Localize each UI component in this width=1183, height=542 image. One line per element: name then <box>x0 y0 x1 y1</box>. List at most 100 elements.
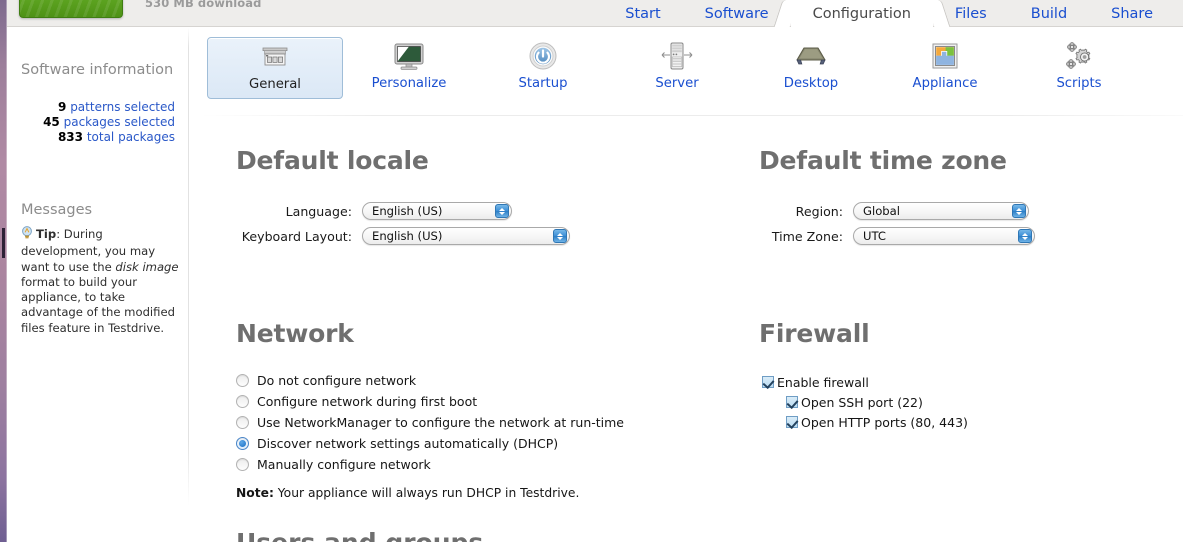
build-appliance-button[interactable] <box>19 0 123 18</box>
tab-build[interactable]: Build <box>1009 0 1089 27</box>
software-stats-list: 9 patterns selected 45 packages selected… <box>7 100 175 145</box>
network-option-label: Discover network settings automatically … <box>257 436 559 451</box>
button-sheen <box>20 0 122 17</box>
language-select-value: English (US) <box>372 204 443 218</box>
firewall-option-enable[interactable]: Enable firewall <box>762 372 968 392</box>
checkbox-checked-icon[interactable] <box>786 416 798 428</box>
users-and-groups-title: Users and groups <box>236 528 483 542</box>
firewall-checkbox-group: Enable firewall Open SSH port (22) Open … <box>762 372 968 432</box>
network-note-text: Your appliance will always run DHCP in T… <box>273 486 580 500</box>
config-icon-general[interactable]: General <box>207 37 343 99</box>
radio-icon[interactable] <box>236 374 249 387</box>
radio-icon[interactable] <box>236 395 249 408</box>
firewall-option-label: Open SSH port (22) <box>801 394 923 410</box>
stat-packages-selected: 45 packages selected <box>7 115 175 130</box>
network-option-do-not-configure[interactable]: Do not configure network <box>236 370 624 391</box>
region-select-value: Global <box>863 204 900 218</box>
tab-configuration[interactable]: Configuration <box>790 0 933 27</box>
monitor-icon <box>391 37 427 75</box>
tip-message: Tip: During development, you may want to… <box>21 226 179 336</box>
config-icon-label: Startup <box>518 76 568 91</box>
stat-label[interactable]: packages selected <box>64 115 175 129</box>
tab-start[interactable]: Start <box>603 0 682 27</box>
network-option-label: Configure network during first boot <box>257 394 478 409</box>
time-zone-select[interactable]: UTC <box>853 227 1035 245</box>
configuration-general-panel: Default locale Language: English (US) Ke… <box>190 116 1183 542</box>
lightbulb-icon <box>21 226 33 244</box>
radio-icon-selected[interactable] <box>236 437 249 450</box>
tip-emphasis: disk image <box>115 259 179 274</box>
keyboard-layout-label: Keyboard Layout: <box>241 228 352 244</box>
config-icon-startup[interactable]: Startup <box>475 37 611 99</box>
region-row: Region: Global <box>759 202 1029 220</box>
network-radio-group: Do not configure network Configure netwo… <box>236 370 624 475</box>
region-select[interactable]: Global <box>853 202 1029 220</box>
config-icon-label: Server <box>655 76 699 91</box>
firewall-option-label: Enable firewall <box>777 374 869 390</box>
config-icon-personalize[interactable]: Personalize <box>341 37 477 99</box>
stat-label[interactable]: total packages <box>87 130 175 144</box>
desk-icon <box>791 37 831 75</box>
config-icon-server[interactable]: Server <box>609 37 745 99</box>
tip-text-2: format to build your appliance, to take … <box>21 274 175 335</box>
checkbox-checked-icon[interactable] <box>762 376 774 388</box>
firewall-option-http[interactable]: Open HTTP ports (80, 443) <box>786 412 968 432</box>
download-size-label: 530 MB download <box>145 0 262 10</box>
keyboard-layout-select-value: English (US) <box>372 229 443 243</box>
config-icon-label: Desktop <box>783 76 839 91</box>
network-option-first-boot[interactable]: Configure network during first boot <box>236 391 624 412</box>
network-option-label: Do not configure network <box>257 373 417 388</box>
storefront-icon <box>258 38 292 76</box>
sidebar: Software information 9 patterns selected… <box>7 28 189 542</box>
config-icon-scripts[interactable]: Scripts <box>1011 37 1147 99</box>
language-select[interactable]: English (US) <box>362 202 512 220</box>
stat-total-packages: 833 total packages <box>7 130 175 145</box>
config-icon-label: General <box>249 77 301 92</box>
spinner-arrows-icon[interactable] <box>1018 229 1032 243</box>
power-icon <box>527 37 559 75</box>
network-note-prefix: Note: <box>236 486 274 500</box>
messages-heading: Messages <box>21 202 93 218</box>
config-icon-desktop[interactable]: Desktop <box>743 37 879 99</box>
stat-patterns-selected: 9 patterns selected <box>7 100 175 115</box>
config-icon-label: Personalize <box>371 76 447 91</box>
stat-value: 9 <box>58 100 67 114</box>
network-option-dhcp[interactable]: Discover network settings automatically … <box>236 433 624 454</box>
network-title: Network <box>236 319 354 348</box>
keyboard-layout-select[interactable]: English (US) <box>362 227 570 245</box>
stat-label[interactable]: patterns selected <box>70 100 175 114</box>
language-row: Language: English (US) <box>236 202 556 220</box>
radio-icon[interactable] <box>236 416 249 429</box>
network-option-manual[interactable]: Manually configure network <box>236 454 624 475</box>
spinner-arrows-icon[interactable] <box>495 204 509 218</box>
time-zone-select-value: UTC <box>863 229 886 243</box>
spinner-arrows-icon[interactable] <box>553 229 567 243</box>
top-header-bar: 530 MB download Start Software Configura… <box>7 0 1183 27</box>
network-option-networkmanager[interactable]: Use NetworkManager to configure the netw… <box>236 412 624 433</box>
firewall-option-ssh[interactable]: Open SSH port (22) <box>786 392 968 412</box>
tip-prefix: Tip <box>36 227 57 241</box>
checkbox-checked-icon[interactable] <box>786 396 798 408</box>
config-icon-appliance[interactable]: Appliance <box>877 37 1013 99</box>
software-information-heading: Software information <box>21 62 174 78</box>
window-left-edge <box>0 0 7 542</box>
configuration-icon-toolbar: General Personalize Startup Server Deskt… <box>190 28 1183 116</box>
window-edge-notch <box>2 228 5 258</box>
stat-value: 833 <box>57 130 83 144</box>
main-tab-bar: Start Software Configuration Files Build… <box>603 0 1175 27</box>
tab-share[interactable]: Share <box>1089 0 1175 27</box>
firewall-title: Firewall <box>759 319 870 348</box>
image-icon <box>929 37 961 75</box>
language-label: Language: <box>285 203 352 219</box>
default-locale-title: Default locale <box>236 146 429 175</box>
keyboard-layout-row: Keyboard Layout: English (US) <box>236 227 616 245</box>
stat-value: 45 <box>43 115 60 129</box>
config-icon-label: Appliance <box>912 76 978 91</box>
region-label: Region: <box>795 203 843 219</box>
network-note: Note: Your appliance will always run DHC… <box>236 486 579 500</box>
spinner-arrows-icon[interactable] <box>1012 204 1026 218</box>
network-option-label: Use NetworkManager to configure the netw… <box>257 415 624 430</box>
firewall-option-label: Open HTTP ports (80, 443) <box>801 414 968 430</box>
radio-icon[interactable] <box>236 458 249 471</box>
gears-icon <box>1062 37 1096 75</box>
